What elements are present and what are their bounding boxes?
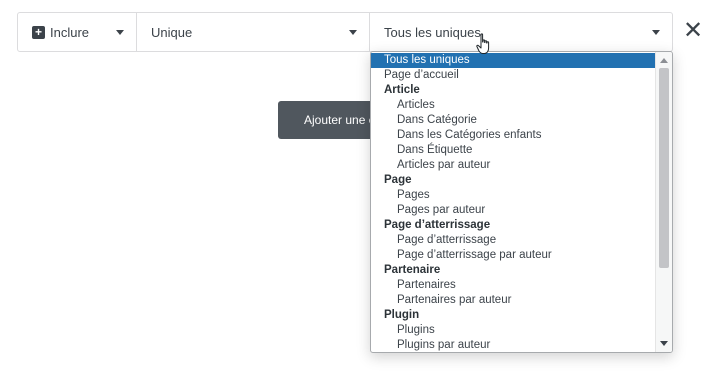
condition-rule-label: Unique: [151, 24, 193, 40]
dropdown-option[interactable]: Pages: [371, 188, 655, 203]
dropdown-option[interactable]: Articles: [371, 98, 655, 113]
dropdown-option[interactable]: Articles par auteur: [371, 158, 655, 173]
condition-subrule-select[interactable]: Tous les uniques: [370, 13, 672, 51]
condition-subrule-label: Tous les uniques: [384, 24, 481, 40]
dropdown-option[interactable]: Partenaires: [371, 278, 655, 293]
chevron-down-icon: [116, 30, 124, 35]
dropdown-optgroup-label: Article: [384, 84, 420, 96]
chevron-down-icon: [349, 30, 357, 35]
remove-condition-button[interactable]: ✕: [682, 17, 704, 44]
dropdown-optgroup-label: Partenaire: [384, 264, 441, 276]
dropdown-scrollbar[interactable]: [655, 52, 672, 352]
subrule-dropdown-list[interactable]: Tous les uniques Page d’accueil Article Art…: [370, 51, 673, 353]
plus-square-icon: +: [32, 25, 45, 39]
scroll-down-arrow-icon[interactable]: [660, 341, 668, 346]
condition-row: + Inclure Unique Tous les uniques: [17, 12, 673, 52]
condition-rule-select[interactable]: Unique: [137, 13, 370, 51]
scrollbar-thumb[interactable]: [659, 68, 669, 268]
condition-type-label: Inclure: [50, 24, 90, 40]
dropdown-option[interactable]: Tous les uniques: [371, 53, 655, 68]
dropdown-option[interactable]: Page d’atterrissage: [371, 233, 655, 248]
dropdown-option[interactable]: Page d’accueil: [371, 68, 655, 83]
dropdown-option[interactable]: Dans les Catégories enfants: [371, 128, 655, 143]
dropdown-optgroup-label: Page: [384, 174, 412, 186]
close-icon: ✕: [682, 17, 704, 44]
dropdown-option[interactable]: Plugins par auteur: [371, 338, 655, 352]
dropdown-options: Tous les uniques Page d’accueil Article Art…: [371, 53, 655, 352]
dropdown-optgroup-label: Plugin: [384, 309, 420, 321]
dropdown-option[interactable]: Dans Catégorie: [371, 113, 655, 128]
hand-pointer-cursor-icon: [476, 33, 490, 54]
dropdown-option[interactable]: Dans Étiquette: [371, 143, 655, 158]
dropdown-option[interactable]: Page d’atterrissage par auteur: [371, 248, 655, 263]
chevron-down-icon: [652, 30, 660, 35]
add-condition-label: Ajouter une c: [304, 113, 375, 127]
dropdown-optgroup-label: Page d’atterrissage: [384, 219, 491, 231]
scroll-up-arrow-icon[interactable]: [660, 58, 668, 63]
dropdown-option[interactable]: Pages par auteur: [371, 203, 655, 218]
dropdown-option[interactable]: Plugins: [371, 323, 655, 338]
dropdown-option[interactable]: Partenaires par auteur: [371, 293, 655, 308]
condition-type-select[interactable]: + Inclure: [18, 13, 137, 51]
